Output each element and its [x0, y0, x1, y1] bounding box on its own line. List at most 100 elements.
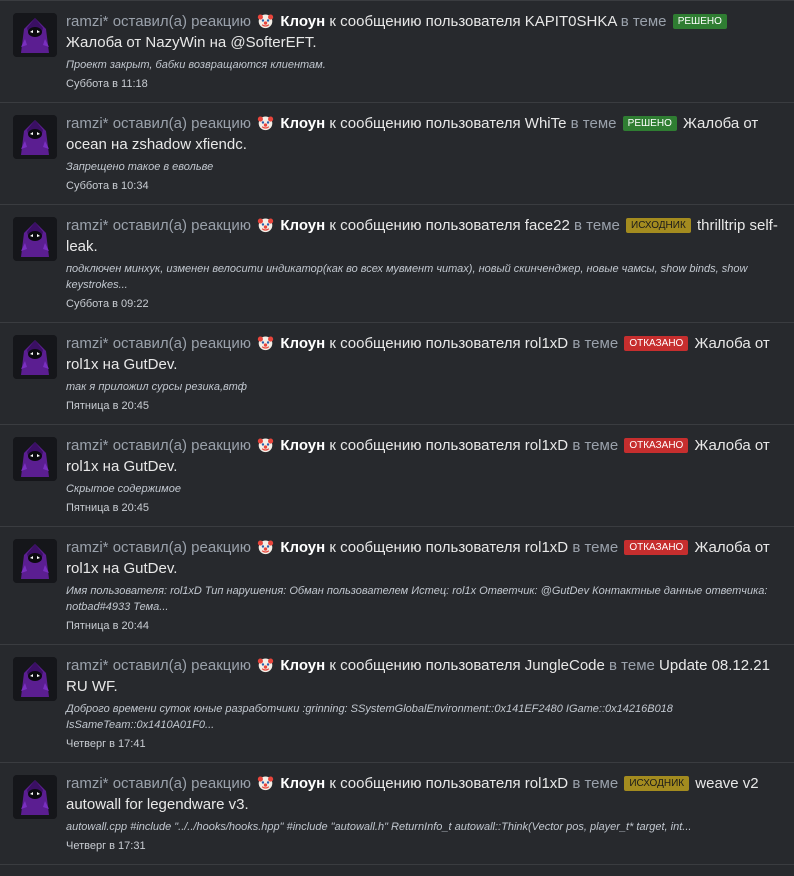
avatar[interactable] [13, 335, 57, 379]
avatar[interactable] [13, 217, 57, 261]
avatar[interactable] [13, 539, 57, 583]
author-link[interactable]: JungleCode [525, 657, 605, 674]
alert-text: ramzi* оставил(а) реакцию Клоун к сообще… [66, 655, 784, 697]
user-link[interactable]: ramzi* [66, 115, 109, 132]
alert-item-1[interactable]: ramzi* оставил(а) реакцию Клоун к сообще… [0, 0, 794, 103]
alert-text: ramzi* оставил(а) реакцию Клоун к сообще… [66, 435, 784, 477]
author-link[interactable]: rol1xD [525, 335, 568, 352]
user-link[interactable]: ramzi* [66, 217, 109, 234]
message-snippet: Доброго времени суток юные разработчики … [66, 703, 673, 731]
reaction-name: Клоун [280, 13, 326, 30]
thread-prefix-badge: РЕШЕНО [672, 14, 727, 29]
user-link[interactable]: ramzi* [66, 657, 109, 674]
in-thread-text: в теме [570, 115, 617, 132]
alert-item-8[interactable]: ramzi* оставил(а) реакцию Клоун к сообще… [0, 763, 794, 865]
clown-face-icon [257, 114, 274, 131]
clown-face-icon [257, 436, 274, 453]
alert-item-7[interactable]: ramzi* оставил(а) реакцию Клоун к сообще… [0, 645, 794, 763]
in-thread-text: в теме [620, 13, 667, 30]
alert-text: ramzi* оставил(а) реакцию Клоун к сообще… [66, 537, 784, 579]
alert-item-5[interactable]: ramzi* оставил(а) реакцию Клоун к сообще… [0, 425, 794, 527]
timestamp[interactable]: Пятница в 20:44 [66, 618, 784, 634]
message-snippet: подключен минхук, изменен велосити индик… [66, 263, 748, 291]
clown-face-icon [257, 334, 274, 351]
to-message-text: к сообщению пользователя [329, 657, 521, 674]
in-thread-text: в теме [572, 539, 619, 556]
in-thread-text: в теме [572, 437, 619, 454]
alert-text: ramzi* оставил(а) реакцию Клоун к сообще… [66, 11, 784, 53]
reaction-name: Клоун [280, 217, 326, 234]
alerts-list: ramzi* оставил(а) реакцию Клоун к сообще… [0, 0, 794, 865]
avatar[interactable] [13, 657, 57, 701]
author-link[interactable]: rol1xD [525, 539, 568, 556]
verb-text: оставил(а) реакцию [112, 217, 251, 234]
clown-face-icon [257, 656, 274, 673]
alert-item-3[interactable]: ramzi* оставил(а) реакцию Клоун к сообще… [0, 205, 794, 323]
clown-face-icon [257, 774, 274, 791]
thread-prefix-badge: РЕШЕНО [622, 116, 677, 131]
timestamp[interactable]: Пятница в 20:45 [66, 398, 784, 414]
author-link[interactable]: KAPIT0SHKA [525, 13, 617, 30]
alert-text: ramzi* оставил(а) реакцию Клоун к сообще… [66, 333, 784, 375]
author-link[interactable]: WhiTe [525, 115, 567, 132]
to-message-text: к сообщению пользователя [329, 13, 521, 30]
alert-item-2[interactable]: ramzi* оставил(а) реакцию Клоун к сообще… [0, 103, 794, 205]
user-link[interactable]: ramzi* [66, 437, 109, 454]
verb-text: оставил(а) реакцию [112, 539, 251, 556]
user-link[interactable]: ramzi* [66, 775, 109, 792]
message-snippet: Проект закрыт, бабки возвращаются клиент… [66, 59, 326, 71]
avatar[interactable] [13, 115, 57, 159]
thread-prefix-badge: ОТКАЗАНО [624, 540, 689, 555]
alert-item-4[interactable]: ramzi* оставил(а) реакцию Клоун к сообще… [0, 323, 794, 425]
message-snippet: Скрытое содержимое [66, 483, 181, 495]
user-link[interactable]: ramzi* [66, 335, 109, 352]
reaction-name: Клоун [280, 775, 326, 792]
thread-prefix-badge: ИСХОДНИК [626, 218, 691, 233]
verb-text: оставил(а) реакцию [112, 657, 251, 674]
avatar[interactable] [13, 437, 57, 481]
clown-face-icon [257, 12, 274, 29]
message-snippet: autowall.cpp #include "../../hooks/hooks… [66, 821, 692, 833]
alert-text: ramzi* оставил(а) реакцию Клоун к сообще… [66, 215, 784, 257]
timestamp[interactable]: Четверг в 17:31 [66, 838, 784, 854]
thread-prefix-badge: ОТКАЗАНО [624, 336, 689, 351]
reaction-name: Клоун [280, 335, 326, 352]
clown-face-icon [257, 538, 274, 555]
avatar[interactable] [13, 13, 57, 57]
user-link[interactable]: ramzi* [66, 13, 109, 30]
message-snippet: так я приложил сурсы резика,втф [66, 381, 247, 393]
in-thread-text: в теме [574, 217, 620, 234]
timestamp[interactable]: Суббота в 09:22 [66, 296, 784, 312]
reaction-name: Клоун [280, 437, 326, 454]
timestamp[interactable]: Четверг в 17:41 [66, 736, 784, 752]
timestamp[interactable]: Пятница в 20:45 [66, 500, 784, 516]
author-link[interactable]: face22 [525, 217, 570, 234]
author-link[interactable]: rol1xD [525, 775, 568, 792]
to-message-text: к сообщению пользователя [329, 217, 521, 234]
avatar[interactable] [13, 775, 57, 819]
user-link[interactable]: ramzi* [66, 539, 109, 556]
thread-prefix-badge: ИСХОДНИК [624, 776, 690, 791]
reaction-name: Клоун [280, 657, 326, 674]
author-link[interactable]: rol1xD [525, 437, 568, 454]
alert-item-6[interactable]: ramzi* оставил(а) реакцию Клоун к сообще… [0, 527, 794, 645]
timestamp[interactable]: Суббота в 10:34 [66, 178, 784, 194]
thread-link[interactable]: Жалоба от NazyWin на @SofterEFT. [66, 34, 316, 51]
to-message-text: к сообщению пользователя [329, 335, 521, 352]
verb-text: оставил(а) реакцию [112, 335, 251, 352]
message-snippet: Запрещено такое в евольве [66, 161, 214, 173]
message-snippet: Имя пользователя: rol1xD Тип нарушения: … [66, 585, 768, 613]
to-message-text: к сообщению пользователя [329, 437, 521, 454]
to-message-text: к сообщению пользователя [329, 115, 521, 132]
clown-face-icon [257, 216, 274, 233]
verb-text: оставил(а) реакцию [112, 13, 251, 30]
verb-text: оставил(а) реакцию [112, 437, 251, 454]
in-thread-text: в теме [572, 775, 619, 792]
verb-text: оставил(а) реакцию [112, 115, 251, 132]
verb-text: оставил(а) реакцию [112, 775, 251, 792]
in-thread-text: в теме [609, 657, 655, 674]
timestamp[interactable]: Суббота в 11:18 [66, 76, 784, 92]
thread-prefix-badge: ОТКАЗАНО [624, 438, 689, 453]
reaction-name: Клоун [280, 539, 326, 556]
to-message-text: к сообщению пользователя [329, 775, 521, 792]
